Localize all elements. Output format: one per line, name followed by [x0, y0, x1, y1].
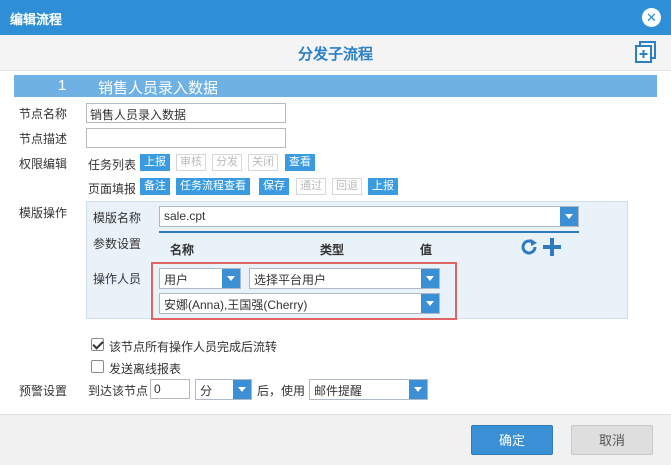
param-label: 参数设置 [93, 237, 142, 251]
cancel-button[interactable]: 取消 [571, 425, 653, 455]
time-unit-select[interactable]: 分 [195, 379, 252, 400]
offline-report-checkbox[interactable] [91, 360, 104, 373]
template-name-value: sale.cpt [164, 209, 206, 223]
all-done-checkbox[interactable] [91, 338, 104, 351]
param-col-value: 值 [420, 243, 433, 257]
fill-tag-report[interactable]: 上报 [368, 178, 398, 195]
step-name: 销售人员录入数据 [98, 80, 219, 97]
page-fill-label: 页面填报 [88, 182, 137, 196]
all-done-label: 该节点所有操作人员完成后流转 [109, 340, 278, 354]
fill-tag-rollback[interactable]: 回退 [332, 178, 362, 195]
offline-report-label: 发送离线报表 [109, 362, 182, 376]
arrive-label: 到达该节点 [88, 384, 149, 398]
node-name-input[interactable]: 销售人员录入数据 [86, 103, 286, 123]
arrive-time-input[interactable]: 0 [150, 379, 190, 399]
fill-tag-save[interactable]: 保存 [259, 178, 289, 195]
dialog-footer: 确定 取消 [0, 414, 671, 465]
operator-label: 操作人员 [93, 272, 142, 286]
subheader: 分发子流程 [0, 35, 671, 71]
notify-method-select[interactable]: 邮件提醒 [309, 379, 428, 400]
node-desc-input[interactable] [86, 128, 286, 148]
node-name-label: 节点名称 [19, 107, 68, 121]
task-tag-report[interactable]: 上报 [140, 154, 170, 171]
fill-tag-flow-view[interactable]: 任务流程查看 [176, 178, 250, 195]
close-icon[interactable]: ✕ [642, 8, 661, 27]
task-list-label: 任务列表 [88, 158, 137, 172]
template-ops-label: 模版操作 [19, 206, 68, 220]
chevron-down-icon [409, 380, 427, 399]
task-tag-close[interactable]: 关闭 [248, 154, 278, 171]
dialog-titlebar: 编辑流程 ✕ [0, 0, 671, 35]
highlight-box [151, 262, 457, 320]
chevron-down-icon [233, 380, 251, 399]
permission-label: 权限编辑 [19, 157, 68, 171]
param-col-name: 名称 [170, 243, 195, 257]
notify-method-value: 邮件提醒 [314, 384, 363, 398]
dialog-title: 编辑流程 [10, 12, 63, 27]
param-table-header: 名称 类型 值 [159, 231, 579, 257]
task-tag-distribute[interactable]: 分发 [212, 154, 242, 171]
confirm-button[interactable]: 确定 [471, 425, 553, 455]
step-header: 1 销售人员录入数据 [14, 75, 657, 97]
fill-tag-remark[interactable]: 备注 [140, 178, 170, 195]
param-col-type: 类型 [320, 243, 345, 257]
template-name-select[interactable]: sale.cpt [159, 206, 579, 227]
after-use-label: 后，使用 [257, 384, 306, 398]
time-unit-value: 分 [200, 384, 213, 398]
step-number: 1 [58, 77, 67, 94]
refresh-icon[interactable] [519, 237, 539, 257]
task-tag-view[interactable]: 查看 [285, 154, 315, 171]
node-desc-label: 节点描述 [19, 132, 68, 146]
plus-icon[interactable] [542, 237, 562, 257]
chevron-down-icon [560, 207, 578, 226]
add-page-icon[interactable] [635, 41, 657, 63]
fill-tag-pass[interactable]: 通过 [296, 178, 326, 195]
warning-label: 预警设置 [19, 384, 68, 398]
page-title: 分发子流程 [297, 46, 373, 63]
template-name-label: 模版名称 [93, 211, 142, 225]
task-tag-audit[interactable]: 审核 [176, 154, 206, 171]
